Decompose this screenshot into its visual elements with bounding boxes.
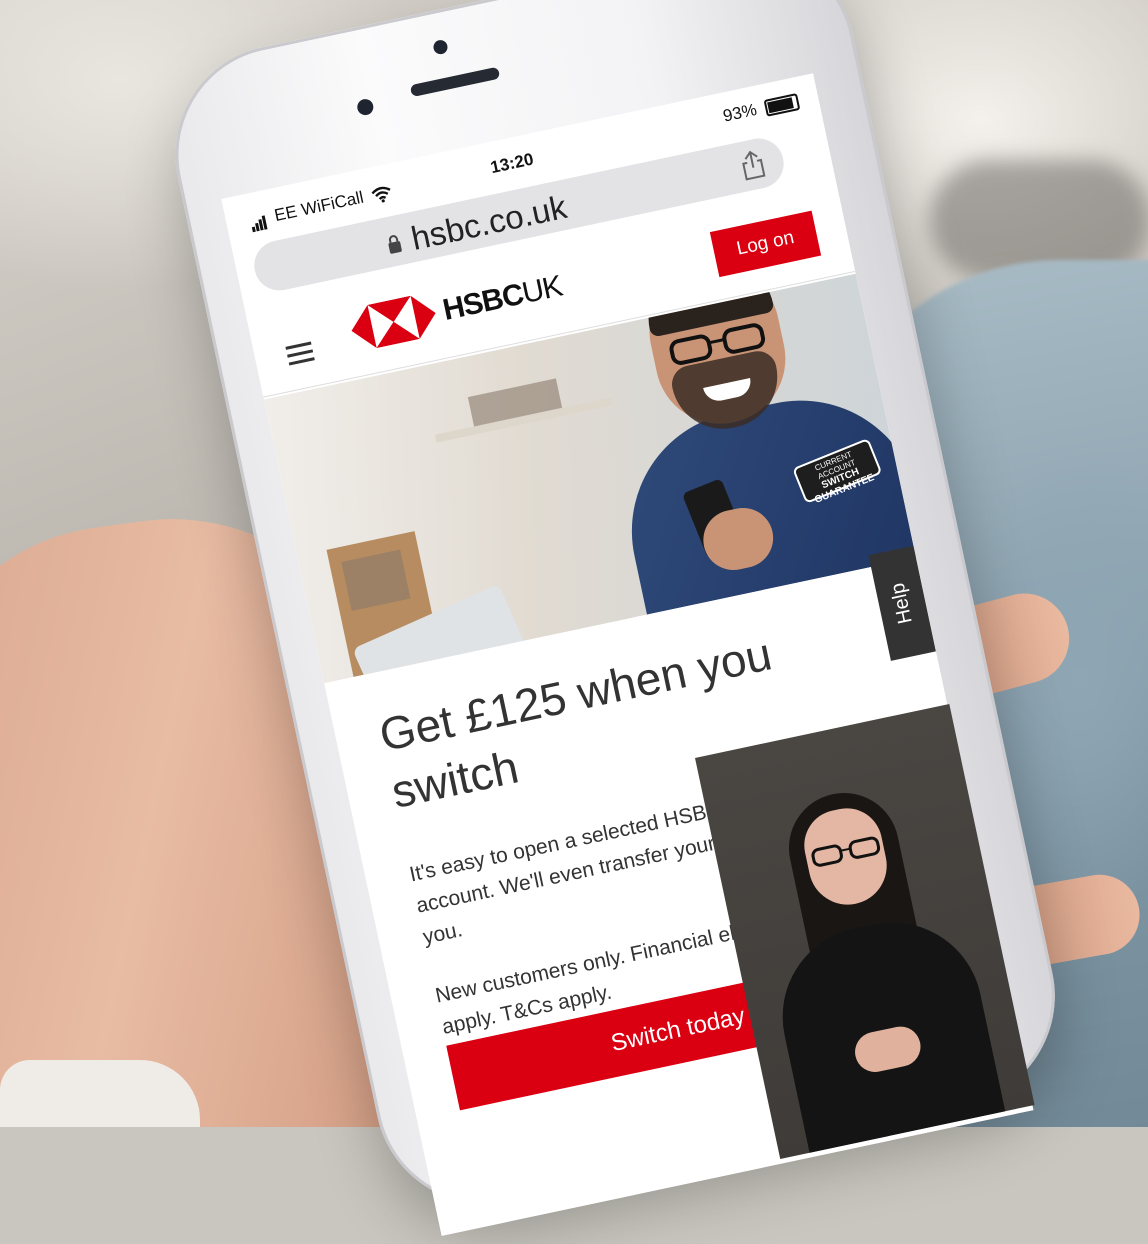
- lock-icon: [388, 235, 402, 254]
- hsbc-hexagon-logo: [351, 295, 436, 348]
- share-icon[interactable]: [737, 147, 769, 182]
- wifi-icon: [371, 186, 391, 203]
- logo-brand: HSBC: [439, 277, 527, 327]
- clock: 13:20: [488, 149, 536, 178]
- sleeve: [0, 1060, 200, 1127]
- logo-text: HSBCUK: [440, 270, 565, 328]
- hsbc-logo[interactable]: HSBCUK: [347, 265, 566, 353]
- signal-icon: [249, 209, 269, 232]
- log-on-button[interactable]: Log on: [709, 210, 822, 278]
- menu-icon[interactable]: [285, 341, 315, 371]
- carrier-label: EE WiFiCall: [272, 187, 366, 226]
- logo-region: UK: [519, 269, 565, 311]
- battery-status: 93%: [721, 91, 801, 127]
- battery-icon: [763, 93, 801, 117]
- help-label: Help: [886, 580, 917, 626]
- battery-percent: 93%: [721, 99, 759, 126]
